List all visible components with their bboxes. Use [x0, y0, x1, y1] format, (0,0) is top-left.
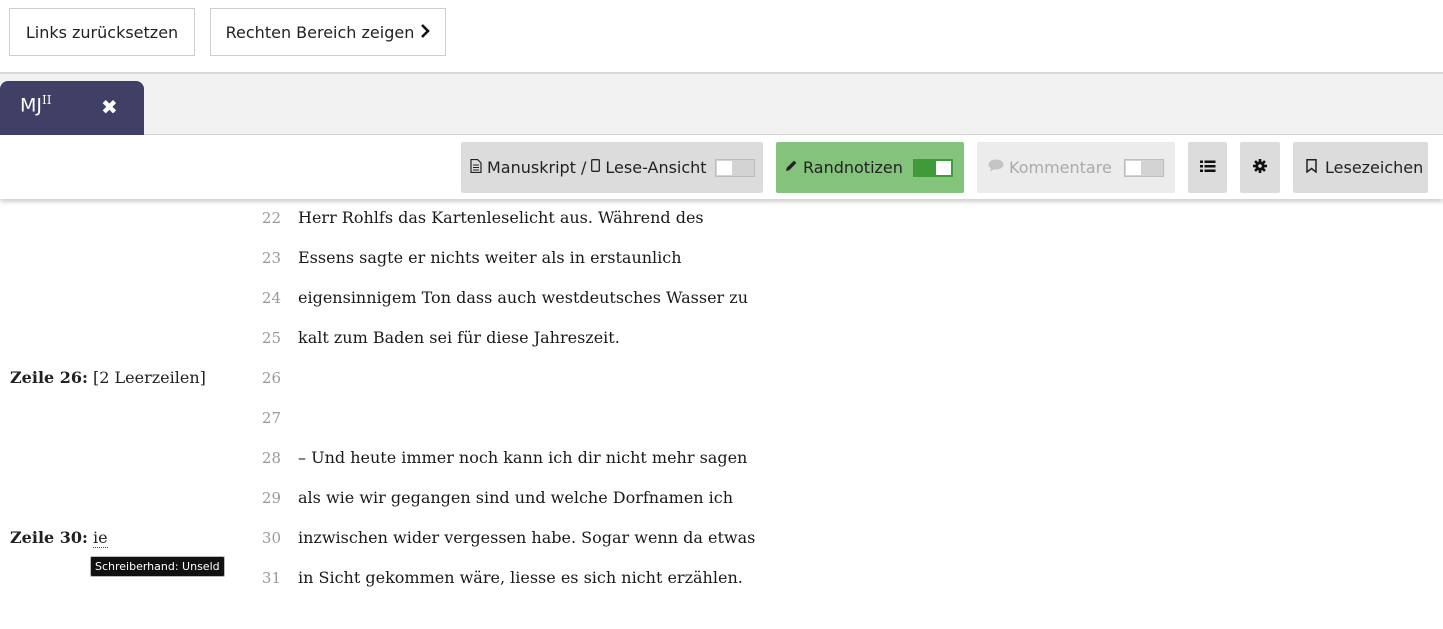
scribe-tooltip: Schreiberhand: Unseld: [90, 556, 225, 577]
line-number: 26: [261, 369, 281, 387]
gear-icon: [1253, 158, 1267, 177]
show-right-label: Rechten Bereich zeigen: [225, 22, 415, 42]
list-icon: [1199, 158, 1216, 177]
line-text: als wie wir gegangen sind und welche Dor…: [298, 488, 734, 507]
line-text: – Und heute immer noch kann ich dir nich…: [298, 448, 748, 467]
comments-label: Kommentare: [1009, 158, 1112, 177]
table-of-contents-button[interactable]: [1188, 142, 1227, 193]
chevron-right-icon: [420, 23, 431, 42]
line-number: 25: [261, 329, 281, 347]
show-right-panel-button[interactable]: Rechten Bereich zeigen: [210, 8, 446, 56]
line-text: Herr Rohlfs das Kartenleselicht aus. Wäh…: [298, 208, 704, 227]
line-number: 27: [261, 409, 281, 427]
toolbar: Manuskript / Lese-Ansicht Randnotizen Ko…: [0, 135, 1443, 199]
margin-note-text[interactable]: ie: [93, 528, 108, 548]
tab-mj-ii[interactable]: MJII ✖: [0, 81, 144, 137]
tab-label: MJII: [20, 93, 52, 117]
margin-note-text: [2 Leerzeilen]: [93, 368, 206, 387]
margin-note: Zeile 26: [2 Leerzeilen]: [10, 368, 206, 387]
comments-toggle-button[interactable]: Kommentare: [977, 142, 1175, 193]
reset-left-label: Links zurücksetzen: [25, 22, 179, 42]
text-line: 24 eigensinnigem Ton dass auch westdeuts…: [0, 279, 1443, 319]
line-number: 31: [261, 569, 281, 587]
text-line: 28 – Und heute immer noch kann ich dir n…: [0, 439, 1443, 479]
line-number: 23: [261, 249, 281, 267]
text-line: 25 kalt zum Baden sei für diese Jahresze…: [0, 319, 1443, 359]
bookmarks-label: Lesezeichen: [1325, 158, 1424, 177]
bookmark-icon: [1306, 158, 1317, 177]
margin-note-label: Zeile 30:: [10, 528, 88, 547]
text-line: Zeile 26: [2 Leerzeilen] 26: [0, 359, 1443, 399]
margin-notes-switch[interactable]: [913, 159, 953, 177]
line-number: 24: [261, 289, 281, 307]
line-text: in Sicht gekommen wäre, liesse es sich n…: [298, 568, 743, 587]
tab-strip: MJII ✖: [0, 72, 1443, 137]
line-text: inzwischen wider vergessen habe. Sogar w…: [298, 528, 756, 547]
line-text: Essens sagte er nichts weiter als in ers…: [298, 248, 682, 267]
margin-notes-label: Randnotizen: [803, 158, 903, 177]
text-line: Zeile 30: ie 30 inzwischen wider vergess…: [0, 519, 1443, 559]
comment-icon: [988, 159, 1004, 176]
settings-button[interactable]: [1240, 142, 1280, 193]
margin-notes-toggle-button[interactable]: Randnotizen: [776, 142, 964, 193]
tablet-icon: [591, 159, 601, 176]
line-text: kalt zum Baden sei für diese Jahreszeit.: [298, 328, 620, 347]
margin-note: Zeile 30: ie: [10, 528, 108, 548]
manuscript-label: Manuskript /: [487, 158, 587, 177]
text-line: 22 Herr Rohlfs das Kartenleselicht aus. …: [0, 199, 1443, 239]
line-number: 30: [261, 529, 281, 547]
bookmarks-button[interactable]: Lesezeichen: [1293, 142, 1428, 193]
reset-left-button[interactable]: Links zurücksetzen: [9, 8, 195, 56]
document-icon: [470, 158, 482, 177]
line-number: 22: [261, 209, 281, 227]
margin-note-label: Zeile 26:: [10, 368, 88, 387]
view-mode-toggle-button[interactable]: Manuskript / Lese-Ansicht: [461, 142, 763, 193]
text-line: 23 Essens sagte er nichts weiter als in …: [0, 239, 1443, 279]
line-number: 29: [261, 489, 281, 507]
line-number: 28: [261, 449, 281, 467]
line-text: eigensinnigem Ton dass auch westdeutsche…: [298, 288, 749, 307]
close-icon[interactable]: ✖: [101, 96, 118, 118]
view-mode-switch[interactable]: [715, 159, 755, 177]
reading-view-label: Lese-Ansicht: [605, 158, 707, 177]
comments-switch[interactable]: [1124, 159, 1164, 177]
pencil-icon: [785, 159, 798, 176]
text-line: 27: [0, 399, 1443, 439]
text-line: 29 als wie wir gegangen sind und welche …: [0, 479, 1443, 519]
